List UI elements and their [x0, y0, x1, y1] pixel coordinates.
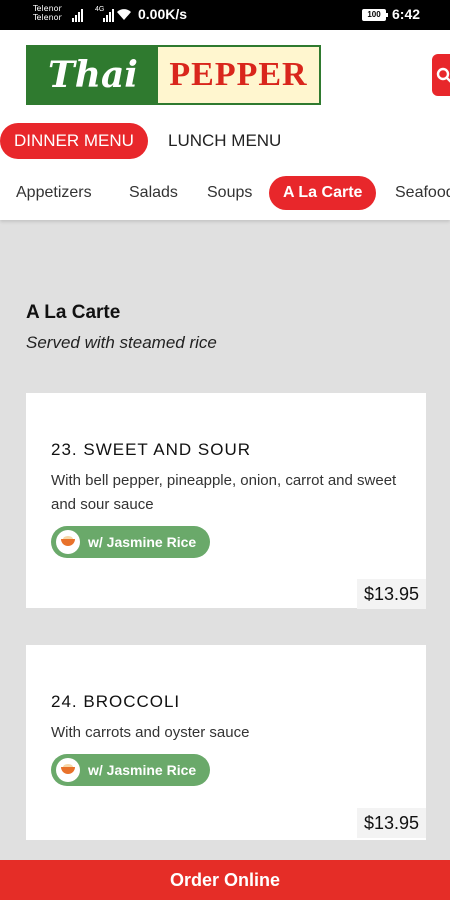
item-price: $13.95 [356, 579, 426, 609]
category-seafood[interactable]: Seafood [381, 176, 450, 210]
search-button[interactable] [432, 54, 450, 96]
category-a-la-carte[interactable]: A La Carte [269, 176, 377, 210]
network-speed: 0.00K/s [138, 6, 188, 22]
jasmine-rice-badge[interactable]: w/ Jasmine Rice [51, 754, 211, 786]
search-icon [436, 67, 450, 83]
signal-icon-2 [103, 8, 114, 22]
jasmine-rice-badge[interactable]: w/ Jasmine Rice [51, 526, 211, 558]
tab-dinner-menu[interactable]: DINNER MENU [0, 123, 148, 159]
logo-thai-text: Thai [28, 47, 158, 103]
app-header: Thai PEPPER DINNER MENU LUNCH MENU Appet… [0, 30, 450, 220]
category-salads[interactable]: Salads [115, 176, 192, 210]
carrier-1: Telenor [33, 4, 62, 13]
carrier-2: Telenor [33, 13, 62, 22]
category-tabs: Appetizers Salads Soups A La Carte Seafo… [0, 174, 450, 212]
tab-lunch-menu[interactable]: LUNCH MENU [154, 123, 295, 159]
rice-bowl-icon [56, 758, 80, 782]
rice-bowl-icon [56, 530, 80, 554]
wifi-icon [117, 9, 131, 20]
category-appetizers[interactable]: Appetizers [2, 176, 106, 210]
signal-icon [72, 8, 83, 22]
badge-label: w/ Jasmine Rice [88, 762, 197, 778]
item-description: With bell pepper, pineapple, onion, carr… [51, 472, 397, 513]
battery-icon: 100 [362, 9, 388, 21]
menu-item-card[interactable]: 24. BROCCOLI With carrots and oyster sau… [26, 645, 426, 840]
status-time: 6:42 [392, 6, 421, 22]
status-bar: Telenor Telenor 4G 0.00K/s 100 6:42 [0, 0, 450, 30]
item-name: 23. SWEET AND SOUR [51, 440, 252, 459]
category-soups[interactable]: Soups [193, 176, 266, 210]
item-description: With carrots and oyster sauce [51, 724, 250, 741]
item-price: $13.95 [356, 808, 426, 838]
thai-pepper-logo[interactable]: Thai PEPPER [26, 45, 321, 105]
item-name: 24. BROCCOLI [51, 692, 181, 711]
logo-pepper-text: PEPPER [158, 47, 319, 103]
badge-label: w/ Jasmine Rice [88, 534, 197, 550]
order-online-button[interactable]: Order Online [0, 860, 450, 900]
section-subtitle: Served with steamed rice [26, 333, 217, 352]
carrier-labels: Telenor Telenor [33, 4, 62, 22]
section-title: A La Carte [26, 302, 121, 323]
menu-item-card[interactable]: 23. SWEET AND SOUR With bell pepper, pin… [26, 393, 426, 609]
menu-tabs: DINNER MENU LUNCH MENU [0, 122, 450, 162]
